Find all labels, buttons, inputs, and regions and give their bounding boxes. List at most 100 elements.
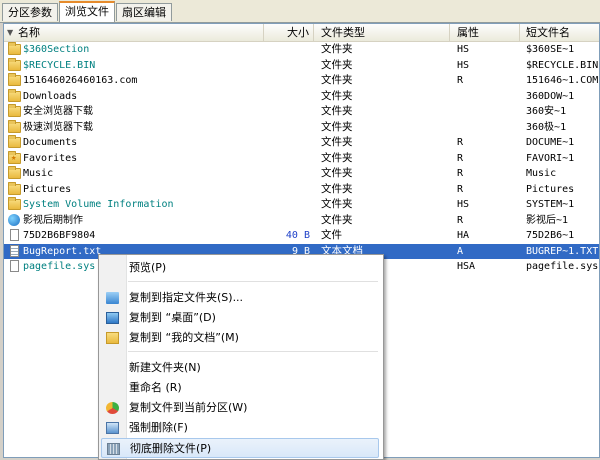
menu-item[interactable]: 彻底删除文件(P) [101, 438, 379, 458]
file-short-name: 151646~1.COM [526, 75, 599, 86]
file-row[interactable]: 75D2B6BF9804 40 B 文件 HA 75D2B6~1 [4, 228, 599, 244]
folder-icon [8, 88, 21, 102]
folder-star-icon: ★ [8, 150, 21, 164]
folder-icon [8, 197, 21, 210]
file-row[interactable]: Music 文件夹 R Music [4, 166, 599, 182]
file-attr: R [457, 152, 464, 164]
file-attr: HS [457, 44, 470, 55]
menu-item[interactable]: 新建文件夹(N) [101, 358, 379, 378]
folder-icon [8, 181, 21, 195]
text-file-icon [10, 244, 19, 257]
file-short-name: 75D2B6~1 [526, 230, 575, 241]
menu-item-label: 复制到 “我的文档”(M) [129, 331, 239, 344]
file-row[interactable]: 极速浏览器下载 文件夹 360极~1 [4, 119, 599, 136]
file-row[interactable]: Downloads 文件夹 360DOW~1 [4, 88, 599, 105]
file-name: System Volume Information [23, 199, 174, 210]
menu-separator [128, 281, 378, 282]
menu-item[interactable]: 复制文件到当前分区(W) [101, 398, 379, 418]
folder-icon [8, 166, 21, 179]
copy-partition-icon [106, 402, 119, 414]
column-name-label: 名称 [18, 26, 40, 39]
file-name: 75D2B6BF9804 [23, 230, 96, 241]
sort-down-icon: ▼ [7, 28, 14, 37]
file-type: 文件夹 [321, 89, 353, 102]
menu-item[interactable]: 强制删除(F) [101, 418, 379, 438]
context-menu: 预览(P) 复制到指定文件夹(S)... 复制到 “桌面”(D) 复制到 “我的文档”… [98, 254, 384, 460]
file-name: Downloads [23, 90, 78, 102]
file-type: 文件夹 [321, 198, 353, 210]
column-size[interactable]: 大小 [264, 24, 314, 41]
shred-icon [107, 443, 120, 455]
file-short-name: 影视后~1 [526, 214, 569, 226]
menu-item[interactable]: 复制到 “我的文档”(M) [101, 328, 379, 348]
file-short-name: 360安~1 [526, 106, 567, 117]
menu-separator [128, 351, 378, 352]
menu-item[interactable]: 复制到指定文件夹(S)... [101, 288, 379, 308]
file-attr: A [457, 245, 464, 257]
file-short-name: $360SE~1 [526, 44, 575, 55]
file-type: 文件 [321, 229, 342, 241]
file-name: 安全浏览器下载 [23, 106, 93, 117]
menu-item[interactable]: 复制到 “桌面”(D) [101, 308, 379, 328]
file-short-name: Music [526, 168, 557, 179]
column-name[interactable]: ▼ 名称 [4, 24, 264, 41]
file-row[interactable]: 影视后期制作 文件夹 R 影视后~1 [4, 213, 599, 229]
file-size: 40 B [285, 230, 310, 241]
file-name: Music [23, 168, 54, 179]
file-attr: HSA [457, 261, 476, 272]
file-row[interactable]: 安全浏览器下载 文件夹 360安~1 [4, 104, 599, 120]
file-short-name: BUGREP~1.TXT [526, 245, 599, 257]
file-row[interactable]: 151646026460163.com 文件夹 R 151646~1.COM [4, 73, 599, 89]
menu-item-label: 新建文件夹(N) [129, 361, 201, 374]
file-type: 文件夹 [321, 74, 353, 86]
folder-icon [8, 104, 21, 117]
file-type: 文件夹 [321, 213, 353, 226]
file-row[interactable]: Pictures 文件夹 R Pictures [4, 181, 599, 198]
file-attr: R [457, 183, 464, 195]
tab-partition-params[interactable]: 分区参数 [2, 3, 58, 21]
file-attr: R [457, 137, 464, 148]
folder-icon [8, 135, 21, 148]
file-name: Documents [23, 137, 78, 148]
file-name: 影视后期制作 [23, 214, 83, 226]
force-delete-icon [106, 422, 119, 434]
menu-item[interactable]: 预览(P) [101, 258, 379, 278]
tab-sector-edit[interactable]: 扇区编辑 [116, 3, 172, 21]
file-name: 151646026460163.com [23, 75, 138, 86]
file-attr: R [457, 168, 464, 179]
file-attr: R [457, 214, 464, 226]
menu-item-label: 预览(P) [129, 261, 167, 274]
file-type: 文件夹 [321, 151, 353, 164]
menu-item[interactable]: 重命名 (R) [101, 378, 379, 398]
file-name: $RECYCLE.BIN [23, 59, 96, 71]
menu-item-label: 彻底删除文件(P) [130, 442, 212, 455]
folder-icon [106, 332, 119, 344]
file-icon [10, 260, 19, 272]
folder-icon [8, 119, 21, 133]
file-short-name: $RECYCLE.BIN [526, 59, 599, 71]
folder-icon [8, 57, 21, 71]
file-row[interactable]: Documents 文件夹 R DOCUME~1 [4, 135, 599, 151]
file-row[interactable]: System Volume Information 文件夹 HS SYSTEM~1 [4, 197, 599, 213]
file-short-name: Pictures [526, 183, 575, 195]
tab-bar: 分区参数 浏览文件 扇区编辑 [0, 0, 600, 23]
column-attr[interactable]: 属性 [450, 24, 520, 41]
globe-icon [8, 213, 20, 226]
file-type: 文件夹 [321, 120, 353, 133]
file-type: 文件夹 [321, 43, 353, 55]
folder-icon [8, 73, 21, 86]
folder-icon [8, 42, 21, 55]
menu-item-label: 复制文件到当前分区(W) [129, 401, 248, 414]
column-short-name[interactable]: 短文件名 [520, 24, 599, 41]
file-row[interactable]: ★ Favorites 文件夹 R FAVORI~1 [4, 150, 599, 167]
file-row[interactable]: $RECYCLE.BIN 文件夹 HS $RECYCLE.BIN [4, 57, 599, 74]
menu-item-label: 强制删除(F) [129, 421, 188, 434]
file-type: 文件夹 [321, 105, 353, 117]
tab-browse-files[interactable]: 浏览文件 [59, 1, 115, 22]
file-name: Favorites [23, 152, 78, 164]
file-row[interactable]: $360Section 文件夹 HS $360SE~1 [4, 42, 599, 58]
file-icon [10, 229, 19, 241]
file-short-name: pagefile.sys [526, 261, 599, 272]
file-short-name: SYSTEM~1 [526, 199, 575, 210]
column-type[interactable]: 文件类型 [314, 24, 450, 41]
